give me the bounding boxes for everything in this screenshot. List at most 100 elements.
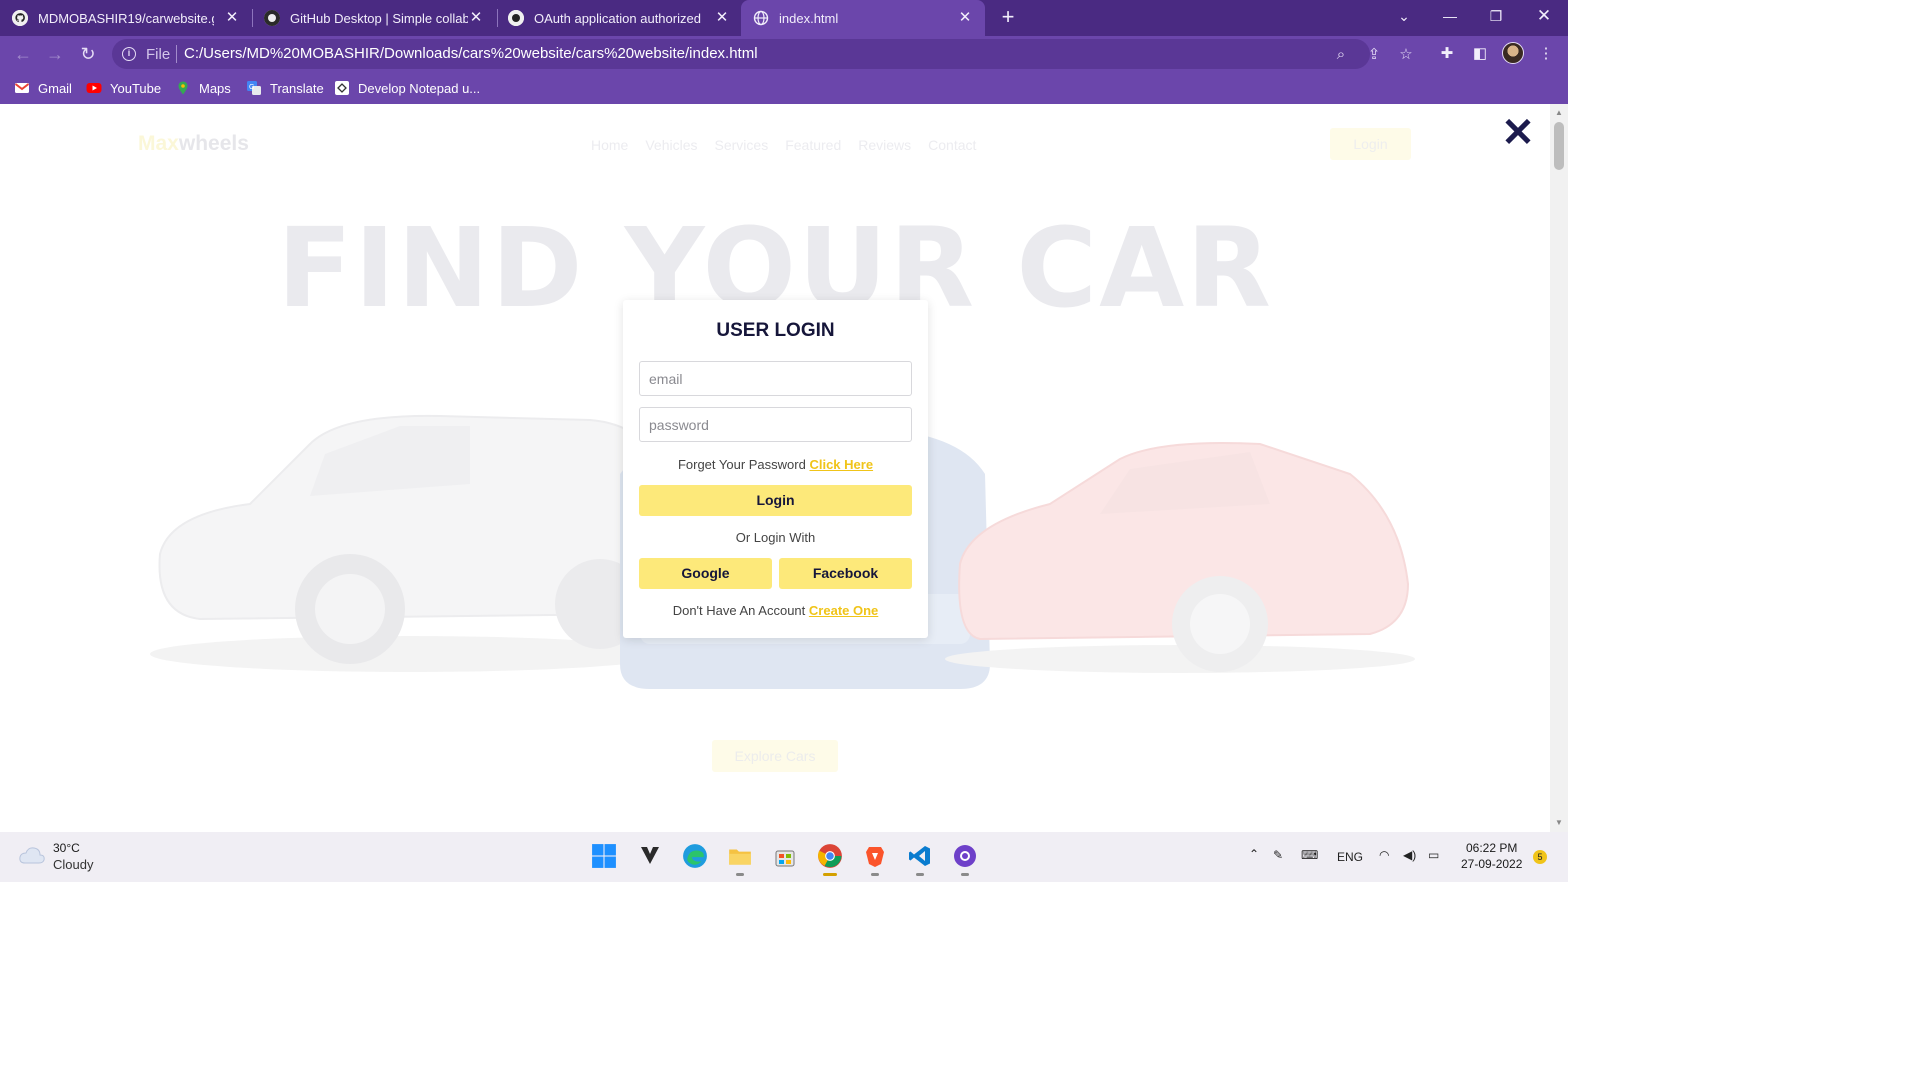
- nav-vehicles[interactable]: Vehicles: [645, 137, 697, 153]
- password-field[interactable]: [639, 407, 912, 442]
- explore-cars-button[interactable]: Explore Cars: [712, 740, 838, 772]
- forgot-password-link[interactable]: Click Here: [809, 457, 873, 472]
- notepad-icon: [334, 80, 350, 96]
- or-login-with-text: Or Login With: [735, 530, 816, 545]
- bookmark-star-icon[interactable]: ☆: [1397, 46, 1415, 64]
- share-icon[interactable]: ⇪: [1365, 46, 1383, 64]
- page-scrollbar[interactable]: ▲ ▼: [1550, 104, 1568, 832]
- nav-reviews[interactable]: Reviews: [858, 137, 911, 153]
- chevron-up-icon[interactable]: ⌃: [1249, 847, 1259, 861]
- close-icon[interactable]: ✕: [224, 10, 240, 26]
- tab-search-icon[interactable]: ⌄: [1381, 0, 1427, 32]
- taskbar: 30°C Cloudy ⌃ ✎ ⌨ ENG ◠ ◀) ▭ 06:22 PM 27…: [0, 832, 1568, 882]
- logo-text: wheels: [178, 132, 249, 155]
- window-close-icon[interactable]: ✕: [1521, 0, 1567, 32]
- wifi-icon[interactable]: ◠: [1379, 848, 1389, 862]
- forward-icon[interactable]: →: [42, 41, 68, 67]
- cloud-icon[interactable]: [18, 845, 46, 865]
- globe-icon: [753, 10, 769, 26]
- tab-index-html[interactable]: index.html ✕: [741, 0, 985, 36]
- google-login-button[interactable]: Google: [639, 558, 772, 589]
- login-submit-button[interactable]: Login: [639, 485, 912, 516]
- close-icon[interactable]: ✕: [468, 10, 484, 26]
- nav-featured[interactable]: Featured: [785, 137, 841, 153]
- edge-icon[interactable]: [681, 842, 709, 870]
- github-icon: [12, 10, 28, 26]
- side-panel-icon[interactable]: ◧: [1470, 44, 1490, 64]
- restore-icon[interactable]: ❐: [1473, 0, 1519, 32]
- microsoft-store-icon[interactable]: [771, 842, 799, 870]
- bookmark-youtube[interactable]: YouTube: [86, 79, 161, 97]
- address-scheme: File: [146, 46, 171, 63]
- address-url[interactable]: C:/Users/MD%20MOBASHIR/Downloads/cars%20…: [184, 45, 758, 62]
- windows-start-icon[interactable]: [590, 842, 618, 870]
- pen-icon[interactable]: ✎: [1273, 848, 1283, 862]
- clock-time[interactable]: 06:22 PM: [1466, 841, 1517, 855]
- github-desktop-icon[interactable]: [951, 842, 979, 876]
- minimize-icon[interactable]: —: [1427, 0, 1473, 32]
- tab-github-desktop[interactable]: GitHub Desktop | Simple collabo ✕: [264, 0, 494, 36]
- running-indicator: [916, 873, 924, 876]
- bookmark-notepad[interactable]: Develop Notepad u...: [334, 79, 480, 97]
- bookmark-gmail[interactable]: Gmail: [14, 79, 72, 97]
- email-field[interactable]: [639, 361, 912, 396]
- vscode-icon[interactable]: [906, 842, 934, 876]
- tab-title: MDMOBASHIR19/carwebsite.git: [38, 10, 214, 26]
- scroll-down-icon[interactable]: ▼: [1554, 818, 1564, 828]
- site-logo[interactable]: Maxwheels: [138, 132, 249, 156]
- bookmark-maps[interactable]: Maps: [175, 79, 231, 97]
- github-icon: [508, 10, 524, 26]
- weather-description[interactable]: Cloudy: [53, 857, 93, 872]
- nav-services[interactable]: Services: [715, 137, 769, 153]
- scrollbar-thumb[interactable]: [1554, 122, 1564, 170]
- site-login-button[interactable]: Login: [1330, 128, 1411, 160]
- address-divider: [176, 45, 177, 63]
- address-bar[interactable]: i File C:/Users/MD%20MOBASHIR/Downloads/…: [112, 39, 1370, 69]
- tab-divider: [497, 9, 498, 27]
- clock-date[interactable]: 27-09-2022: [1461, 857, 1522, 871]
- create-account-link[interactable]: Create One: [809, 603, 878, 618]
- tab-divider: [252, 9, 253, 27]
- tab-oauth[interactable]: OAuth application authorized ✕: [508, 0, 740, 36]
- file-explorer-icon[interactable]: [726, 842, 754, 876]
- facebook-login-button[interactable]: Facebook: [779, 558, 912, 589]
- close-icon[interactable]: ✕: [714, 10, 730, 26]
- browser-toolbar: ← → ↻ i File C:/Users/MD%20MOBASHIR/Down…: [0, 36, 1568, 72]
- bookmark-label: YouTube: [110, 80, 162, 96]
- acer-app-icon[interactable]: [636, 842, 664, 870]
- scroll-up-icon[interactable]: ▲: [1554, 108, 1564, 118]
- chrome-icon[interactable]: [816, 842, 844, 876]
- red-car-image: [945, 442, 1415, 673]
- keyboard-icon[interactable]: ⌨: [1301, 848, 1318, 862]
- no-account-text: Don't Have An Account: [672, 603, 806, 618]
- new-tab-button[interactable]: +: [996, 6, 1020, 30]
- tab-github-repo[interactable]: MDMOBASHIR19/carwebsite.git ✕: [12, 0, 250, 36]
- language-indicator[interactable]: ENG: [1337, 850, 1363, 864]
- close-icon[interactable]: ✕: [957, 10, 973, 26]
- nav-home[interactable]: Home: [591, 137, 628, 153]
- github-icon: [264, 10, 280, 26]
- running-indicator: [871, 873, 879, 876]
- close-icon[interactable]: ✕: [1500, 113, 1536, 153]
- bookmark-translate[interactable]: G Translate: [246, 79, 324, 97]
- maps-icon: [175, 80, 191, 96]
- profile-avatar[interactable]: [1502, 42, 1524, 64]
- nav-contact[interactable]: Contact: [928, 137, 976, 153]
- weather-temperature[interactable]: 30°C: [53, 841, 80, 855]
- site-nav: Home Vehicles Services Featured Reviews …: [591, 137, 976, 153]
- extensions-icon[interactable]: ✚: [1437, 44, 1457, 64]
- battery-icon[interactable]: ▭: [1428, 848, 1439, 862]
- menu-icon[interactable]: ⋮: [1536, 44, 1556, 64]
- modal-title: USER LOGIN: [716, 320, 835, 341]
- page-viewport: Maxwheels Home Vehicles Services Feature…: [0, 104, 1550, 832]
- notification-badge[interactable]: 5: [1533, 850, 1547, 864]
- signup-row: Don't Have An Account Create One: [623, 603, 928, 618]
- reload-icon[interactable]: ↻: [75, 41, 101, 67]
- info-icon[interactable]: i: [122, 47, 136, 61]
- volume-icon[interactable]: ◀): [1403, 848, 1416, 862]
- youtube-icon: [86, 80, 102, 96]
- running-indicator: [736, 873, 744, 876]
- zoom-icon[interactable]: ⌕: [1332, 46, 1350, 64]
- back-icon[interactable]: ←: [10, 41, 36, 67]
- brave-icon[interactable]: [861, 842, 889, 876]
